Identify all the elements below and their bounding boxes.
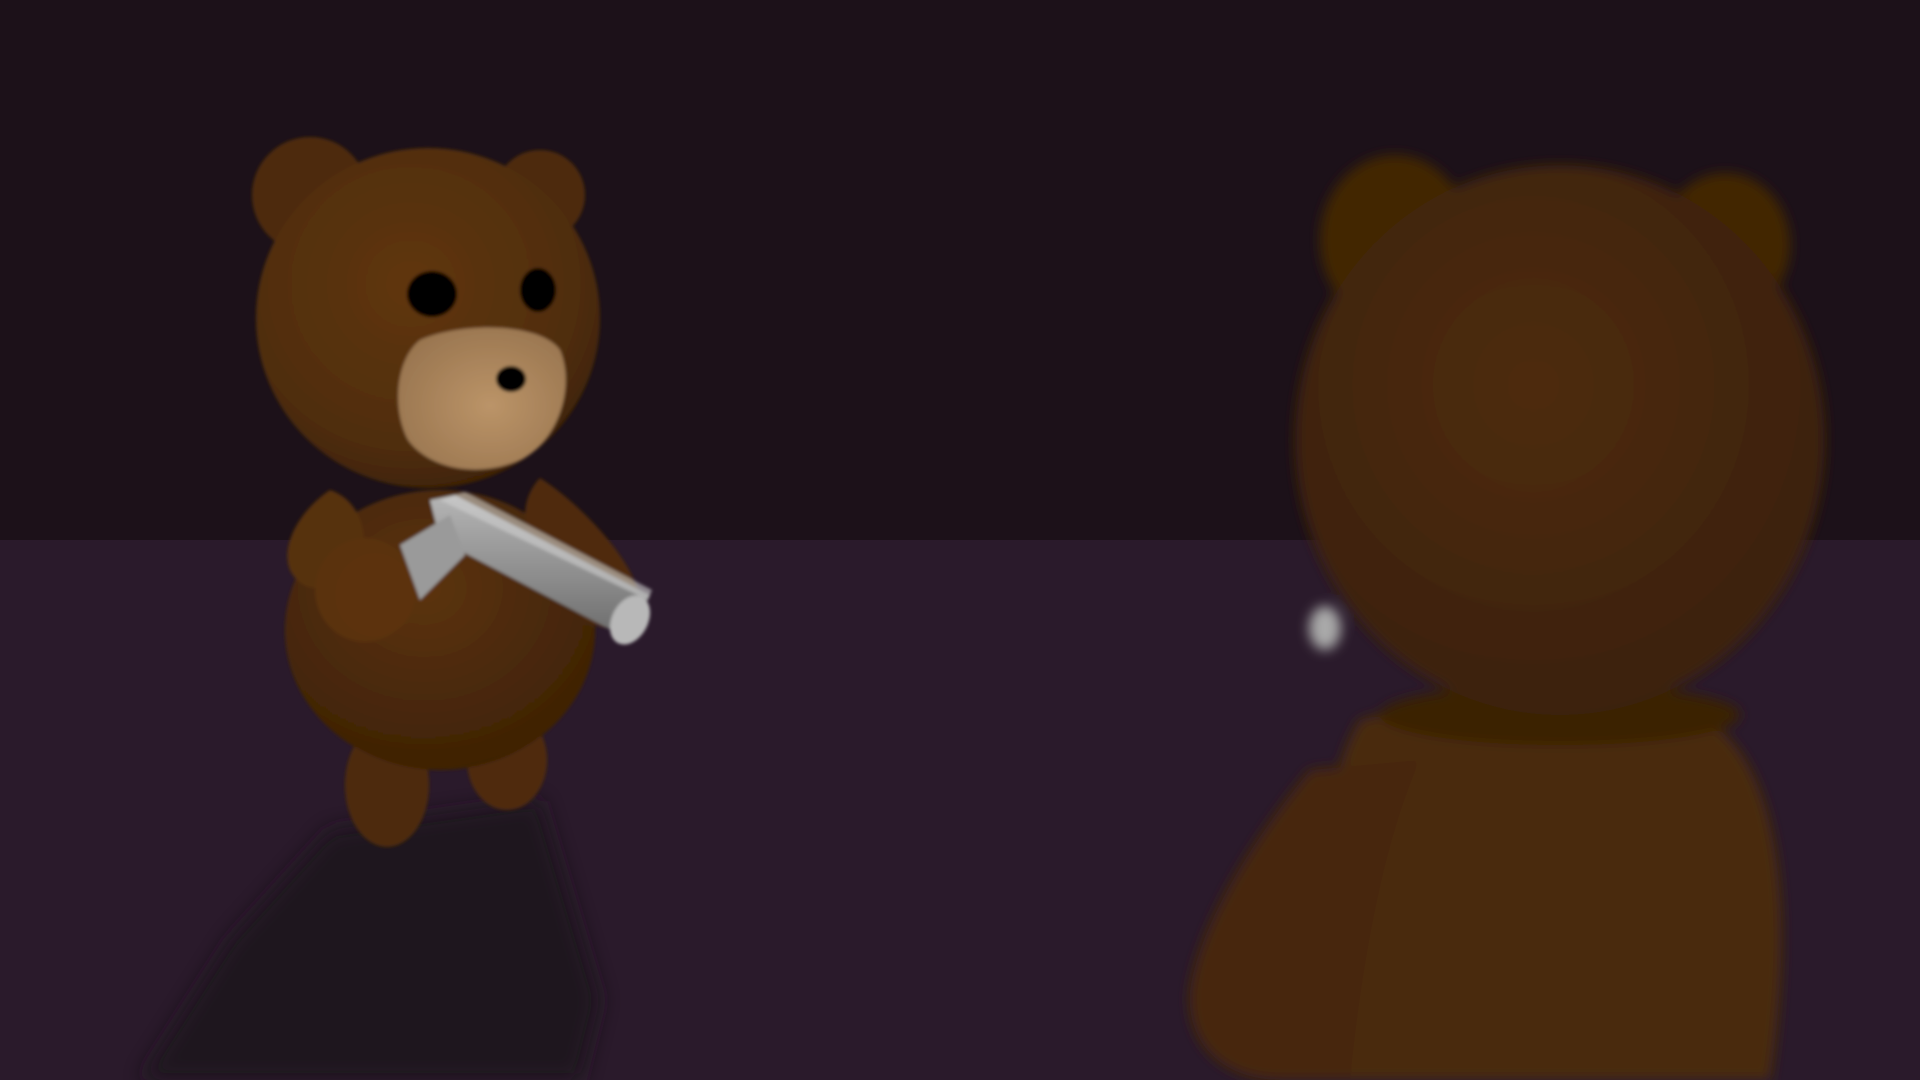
player-pistol-tip: [1309, 606, 1341, 650]
enemy-bear[interactable]: [252, 137, 658, 847]
bear-shadow: [140, 800, 600, 1080]
player-bear-body: [1325, 706, 1782, 1080]
scene-render: [140, 137, 1825, 1080]
enemy-bear-hand: [335, 553, 415, 637]
game-viewport[interactable]: [0, 0, 1920, 1080]
player-bear: [1189, 155, 1825, 1080]
player-bear-head: [1295, 165, 1825, 715]
enemy-bear-muzzle: [398, 327, 566, 470]
